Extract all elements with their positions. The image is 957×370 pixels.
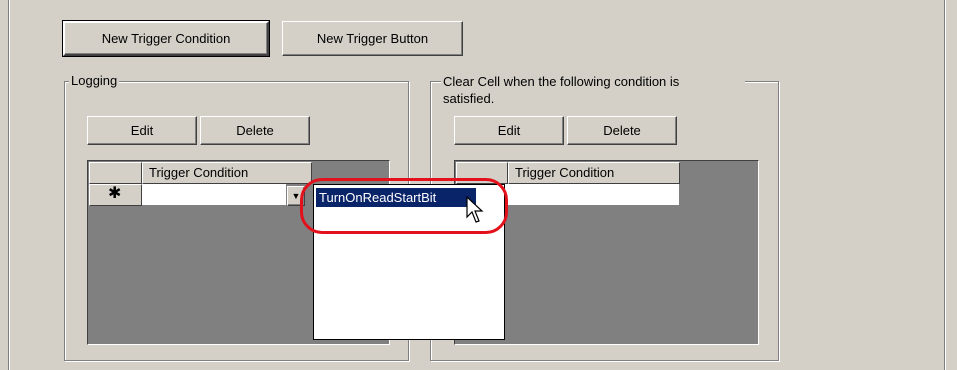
clear-cell-delete-button[interactable]: Delete	[567, 116, 677, 145]
window-left-border-highlight	[9, 0, 10, 370]
logging-grid-column-header: Trigger Condition	[142, 162, 312, 184]
logging-edit-button[interactable]: Edit	[87, 116, 197, 145]
clear-cell-edit-button[interactable]: Edit	[454, 116, 564, 145]
clear-cell-grid-column-header: Trigger Condition	[508, 162, 680, 184]
clear-cell-group-title: Clear Cell when the following condition …	[441, 73, 745, 107]
clear-cell-title-line2: satisfied.	[443, 91, 495, 106]
logging-delete-button[interactable]: Delete	[200, 116, 310, 145]
logging-new-row-indicator: ✱	[89, 184, 142, 206]
logging-grid-corner-header	[89, 162, 142, 184]
new-trigger-button[interactable]: New Trigger Button	[282, 21, 463, 56]
window-right-border-highlight	[945, 0, 946, 370]
highlight-ring	[300, 178, 508, 234]
new-trigger-condition-button[interactable]: New Trigger Condition	[62, 20, 270, 57]
logging-trigger-combo-cell[interactable]	[142, 184, 287, 206]
clear-cell-title-line1: Clear Cell when the following condition …	[443, 74, 680, 89]
logging-group-title: Logging	[69, 73, 120, 88]
